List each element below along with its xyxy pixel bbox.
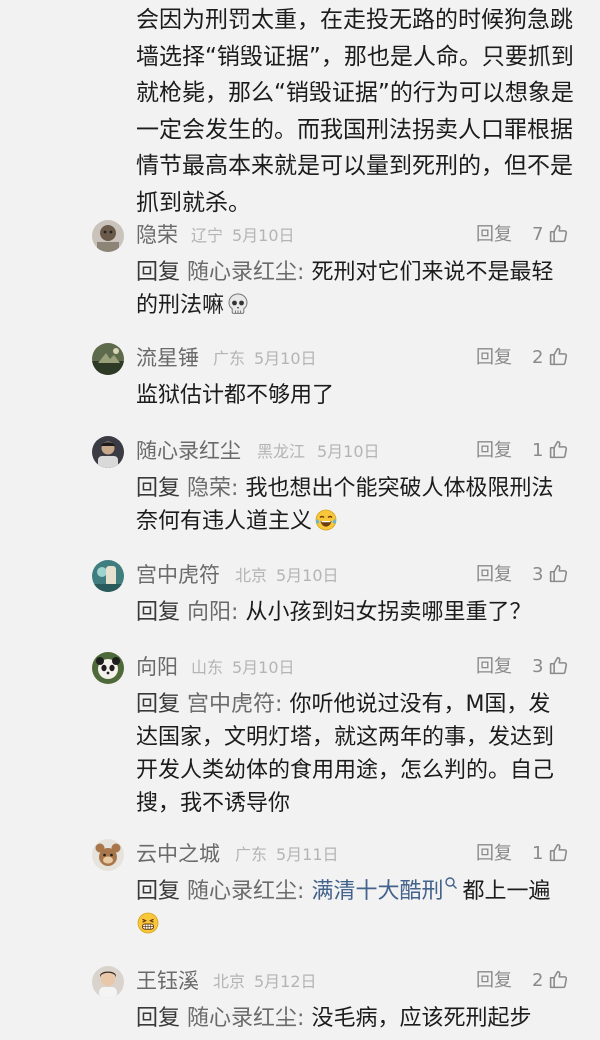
location: 山东 [191,658,224,677]
timestamp: 5月11日 [276,845,339,864]
timestamp: 5月10日 [254,349,317,368]
reply-prefix: 回复 [136,600,181,625]
timestamp: 5月10日 [317,442,380,461]
location: 广东 [213,349,246,368]
comment-body: 回复 隐荣: 我也想出个能突破人体极限刑法奈何有违人道主义 [136,476,554,534]
avatar[interactable] [92,220,124,252]
comment-text: 没毛病，应该死刑起步 [311,1006,532,1031]
comment-body: 回复 宫中虎符: 你听他说过没有，M国，发达国家，文明灯塔，就这两年的事，发达到… [136,692,555,816]
comment-text: 监狱估计都不够用了 [136,383,335,408]
reply-target[interactable]: 宫中虎符 [187,692,275,717]
comment-body: 监狱估计都不够用了 [136,379,571,412]
like-count: 3 [532,656,544,677]
thumbs-up-icon[interactable] [548,969,569,990]
location: 黑龙江 [257,442,306,461]
comment-body: 回复 向阳: 从小孩到妇女拐卖哪里重了？ [136,600,532,625]
username[interactable]: 向阳 [136,652,178,682]
reply-button[interactable]: 回复 [476,344,512,372]
laugh-cry-emoji-icon [314,508,338,532]
skull-emoji-icon [226,292,250,316]
comment-body: 回复 随心录红尘: 死刑对它们来说不是最轻的刑法嘛 [136,260,554,318]
search-icon[interactable] [444,876,458,890]
username[interactable]: 流星锤 [136,343,199,373]
username[interactable]: 云中之城 [136,839,220,869]
username[interactable]: 宫中虎符 [136,560,220,590]
grin-emoji-icon [136,911,160,935]
thumbs-up-icon[interactable] [548,842,569,863]
location: 广东 [235,845,268,864]
like-count: 2 [532,970,544,991]
reply-prefix: 回复 [136,692,181,717]
username[interactable]: 隐荣 [136,220,178,250]
reply-target[interactable]: 随心录红尘 [187,1006,297,1031]
reply-prefix: 回复 [136,879,181,904]
location: 辽宁 [191,226,224,245]
comment-body: 回复 随心录红尘: 没毛病，应该死刑起步 [136,1006,532,1031]
thumbs-up-icon[interactable] [548,223,569,244]
thumbs-up-icon[interactable] [548,346,569,367]
location: 北京 [213,972,246,991]
reply-button[interactable]: 回复 [476,653,512,681]
username[interactable]: 王钰溪 [136,966,199,996]
reply-target[interactable]: 随心录红尘 [187,879,297,904]
avatar[interactable] [92,343,124,375]
reply-button[interactable]: 回复 [476,437,512,465]
comment-text: 都上一遍 [462,879,551,904]
comment-text: 从小孩到妇女拐卖哪里重了？ [245,600,532,625]
like-count: 1 [532,440,544,461]
location: 北京 [235,566,268,585]
like-count: 3 [532,564,544,585]
avatar[interactable] [92,560,124,592]
reply-target[interactable]: 向阳 [187,600,231,625]
timestamp: 5月12日 [254,972,317,991]
topic-link[interactable]: 满清十大酷刑 [311,879,443,904]
timestamp: 5月10日 [232,226,295,245]
reply-target[interactable]: 随心录红尘 [187,260,297,285]
reply-button[interactable]: 回复 [476,967,512,995]
reply-button[interactable]: 回复 [476,221,512,249]
timestamp: 5月10日 [276,566,339,585]
reply-target[interactable]: 隐荣 [187,476,231,501]
avatar[interactable] [92,652,124,684]
reply-prefix: 回复 [136,1006,181,1031]
avatar[interactable] [92,436,124,468]
reply-prefix: 回复 [136,476,181,501]
reply-button[interactable]: 回复 [476,561,512,589]
reply-button[interactable]: 回复 [476,840,512,868]
like-count: 1 [532,843,544,864]
comment-body: 回复 随心录红尘: 满清十大酷刑 都上一遍 [136,875,571,941]
thumbs-up-icon[interactable] [548,563,569,584]
like-count: 7 [532,224,544,245]
thumbs-up-icon[interactable] [548,655,569,676]
timestamp: 5月10日 [232,658,295,677]
avatar[interactable] [92,839,124,871]
avatar[interactable] [92,966,124,998]
username[interactable]: 随心录红尘 [136,436,241,466]
thumbs-up-icon[interactable] [548,439,569,460]
comment-parent-text: 会因为刑罚太重，在走投无路的时候狗急跳墙选择“销毁证据”，那也是人命。只要抓到就… [136,7,574,216]
reply-prefix: 回复 [136,260,181,285]
like-count: 2 [532,347,544,368]
